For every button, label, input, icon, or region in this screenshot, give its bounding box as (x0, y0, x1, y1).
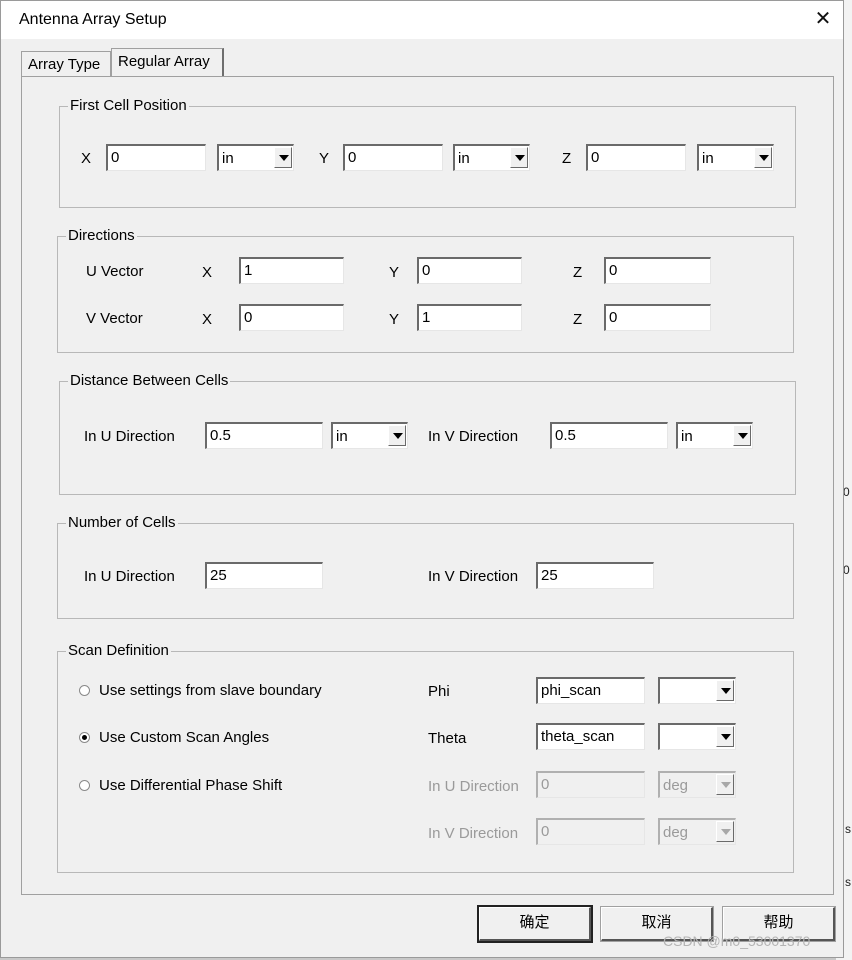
distance-v-field[interactable]: 0.5 (550, 422, 668, 449)
directions-group (57, 236, 794, 353)
background-fragment: 0 (843, 485, 850, 499)
window-title: Antenna Array Setup (19, 11, 167, 28)
unit-value: deg (663, 777, 689, 794)
scan-u-unit-select: deg (658, 771, 736, 798)
scan-v-label: In V Direction (428, 825, 519, 842)
first-cell-legend: First Cell Position (68, 97, 189, 114)
u-vector-x-field[interactable]: 1 (239, 257, 344, 284)
scan-v-field: 0 (536, 818, 645, 845)
first-cell-z-label: Z (562, 150, 572, 167)
v-y-label: Y (389, 311, 400, 328)
scan-option-custom-radio[interactable] (79, 732, 90, 743)
scan-option-slave-label[interactable]: Use settings from slave boundary (99, 682, 322, 699)
background-fragment: 0 (843, 563, 850, 577)
close-icon[interactable]: ✕ (809, 5, 837, 33)
v-x-label: X (202, 311, 213, 328)
v-vector-x-field[interactable]: 0 (239, 304, 344, 331)
phi-unit-select[interactable] (658, 677, 736, 704)
background-fragment: s (845, 875, 851, 889)
unit-value: in (681, 428, 693, 445)
v-vector-label: V Vector (86, 310, 143, 327)
distance-v-unit-select[interactable]: in (676, 422, 753, 449)
chevron-down-icon (716, 821, 734, 842)
unit-value: in (336, 428, 348, 445)
v-vector-z-field[interactable]: 0 (604, 304, 711, 331)
tab-regular-array[interactable]: Regular Array (111, 48, 224, 78)
first-cell-y-unit-select[interactable]: in (453, 144, 530, 171)
distance-u-label: In U Direction (84, 428, 175, 445)
phi-field[interactable]: phi_scan (536, 677, 645, 704)
distance-u-unit-select[interactable]: in (331, 422, 408, 449)
chevron-down-icon[interactable] (733, 425, 751, 446)
theta-unit-select[interactable] (658, 723, 736, 750)
number-u-label: In U Direction (84, 568, 175, 585)
first-cell-y-label: Y (319, 150, 330, 167)
v-vector-y-field[interactable]: 1 (417, 304, 522, 331)
scan-option-custom-label[interactable]: Use Custom Scan Angles (99, 729, 269, 746)
unit-value: in (458, 150, 470, 167)
unit-value: in (222, 150, 234, 167)
distance-legend: Distance Between Cells (68, 372, 231, 389)
unit-value: in (702, 150, 714, 167)
distance-v-label: In V Direction (428, 428, 519, 445)
scan-u-label: In U Direction (428, 778, 519, 795)
number-u-field[interactable]: 25 (205, 562, 323, 589)
unit-value: deg (663, 824, 689, 841)
chevron-down-icon[interactable] (510, 147, 528, 168)
ok-button[interactable]: 确定 (477, 905, 593, 943)
watermark: CSDN @m0_53001370 (663, 933, 811, 949)
chevron-down-icon[interactable] (716, 680, 734, 701)
phi-label: Phi (428, 683, 450, 700)
u-vector-z-field[interactable]: 0 (604, 257, 711, 284)
first-cell-z-field[interactable]: 0 (586, 144, 686, 171)
number-v-label: In V Direction (428, 568, 519, 585)
directions-legend: Directions (66, 227, 137, 244)
chevron-down-icon[interactable] (754, 147, 772, 168)
chevron-down-icon[interactable] (388, 425, 406, 446)
first-cell-x-label: X (81, 150, 92, 167)
scan-u-field: 0 (536, 771, 645, 798)
u-x-label: X (202, 264, 213, 281)
v-z-label: Z (573, 311, 583, 328)
u-vector-y-field[interactable]: 0 (417, 257, 522, 284)
scan-v-unit-select: deg (658, 818, 736, 845)
scan-option-slave-radio[interactable] (79, 685, 90, 696)
chevron-down-icon[interactable] (274, 147, 292, 168)
u-y-label: Y (389, 264, 400, 281)
scan-option-phase-label[interactable]: Use Differential Phase Shift (99, 777, 282, 794)
first-cell-x-field[interactable]: 0 (106, 144, 206, 171)
u-vector-label: U Vector (86, 263, 144, 280)
chevron-down-icon[interactable] (716, 726, 734, 747)
scan-option-phase-radio[interactable] (79, 780, 90, 791)
theta-label: Theta (428, 730, 467, 747)
background-fragment: s (845, 822, 851, 836)
title-bar: Antenna Array Setup ✕ (1, 1, 843, 39)
distance-u-field[interactable]: 0.5 (205, 422, 323, 449)
number-v-field[interactable]: 25 (536, 562, 654, 589)
chevron-down-icon (716, 774, 734, 795)
scan-legend: Scan Definition (66, 642, 171, 659)
first-cell-x-unit-select[interactable]: in (217, 144, 294, 171)
antenna-array-dialog: Antenna Array Setup ✕ Array Type Regular… (0, 0, 844, 958)
first-cell-y-field[interactable]: 0 (343, 144, 443, 171)
first-cell-z-unit-select[interactable]: in (697, 144, 774, 171)
tab-array-type[interactable]: Array Type (21, 51, 111, 79)
u-z-label: Z (573, 264, 583, 281)
number-legend: Number of Cells (66, 514, 178, 531)
theta-field[interactable]: theta_scan (536, 723, 645, 750)
